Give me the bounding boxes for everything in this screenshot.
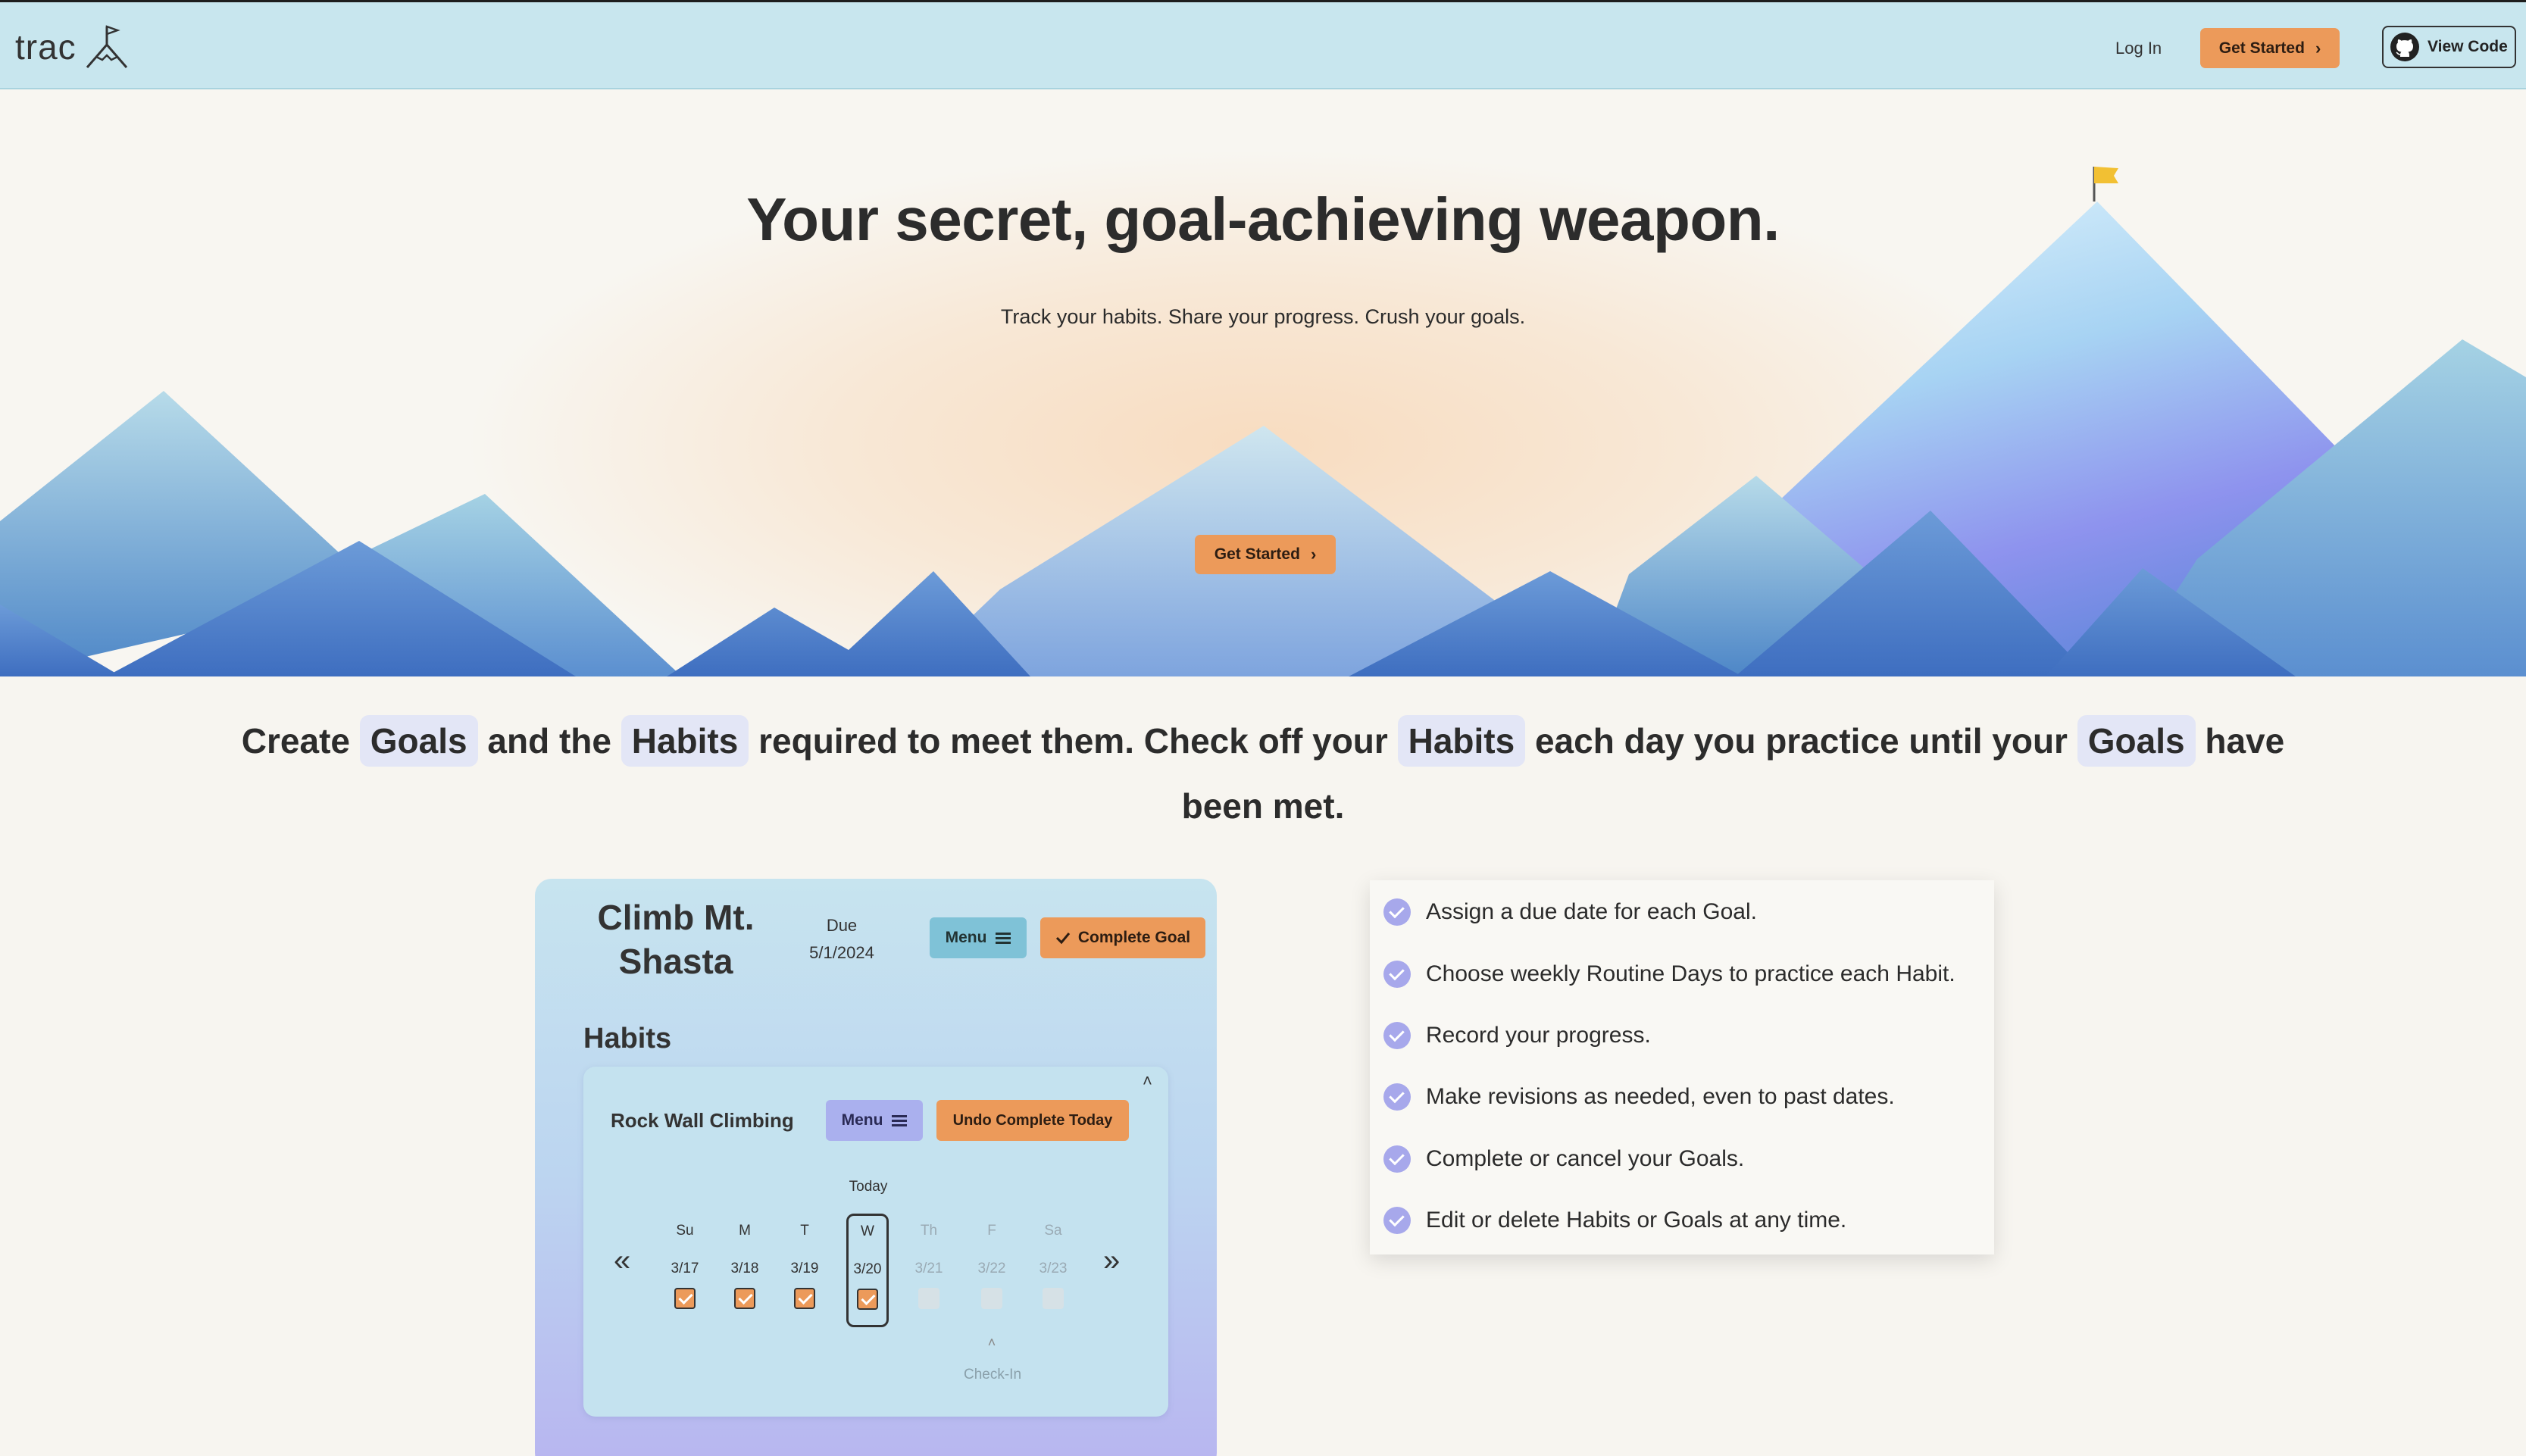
feature-list: Assign a due date for each Goal. Choose … — [1370, 880, 1994, 1254]
day-date: 3/21 — [914, 1261, 943, 1276]
day-checkbox[interactable] — [674, 1288, 696, 1309]
habit-name: Rock Wall Climbing — [611, 1109, 794, 1132]
day-date: 3/17 — [671, 1261, 699, 1276]
day-date: 3/19 — [790, 1261, 819, 1276]
habit-card: ˄ Rock Wall Climbing Menu Undo Complete … — [583, 1067, 1168, 1417]
hero-title: Your secret, goal-achieving weapon. — [746, 186, 1780, 253]
day-date: 3/18 — [730, 1261, 759, 1276]
tagline-text: required to meet them. Check off your — [758, 721, 1388, 761]
day-letter: F — [987, 1223, 996, 1239]
due-date: 5/1/2024 — [809, 943, 874, 962]
check-in-label: Check-In — [963, 1367, 1022, 1383]
hero-subtitle: Track your habits. Share your progress. … — [1000, 305, 1526, 328]
logo[interactable]: trac — [15, 23, 130, 70]
feature-text: Complete or cancel your Goals. — [1426, 1146, 1745, 1171]
day-checkbox[interactable] — [734, 1288, 755, 1309]
habit-menu-button[interactable]: Menu — [826, 1100, 923, 1141]
nav-get-started-button[interactable]: Get Started › — [2200, 28, 2340, 68]
login-link[interactable]: Log In — [2115, 39, 2162, 58]
top-nav: trac Log In Get Started › View Code — [0, 0, 2526, 89]
day-checkbox — [981, 1288, 1002, 1309]
list-item: Complete or cancel your Goals. — [1383, 1145, 1744, 1173]
hero-section: Your secret, goal-achieving weapon. Trac… — [0, 89, 2526, 676]
day-letter: Th — [920, 1223, 938, 1239]
day-checkbox — [1043, 1288, 1064, 1309]
habits-pill: Habits — [621, 715, 749, 767]
check-circle-icon — [1383, 1083, 1411, 1111]
day-date: 3/22 — [977, 1261, 1006, 1276]
tagline-text: Create — [241, 721, 350, 761]
chevron-right-icon: › — [1310, 545, 1317, 564]
logo-text: trac — [15, 27, 77, 67]
undo-complete-today-button[interactable]: Undo Complete Today — [936, 1100, 1129, 1141]
check-circle-icon — [1383, 961, 1411, 988]
complete-goal-label: Complete Goal — [1077, 929, 1191, 946]
day-checkbox — [918, 1288, 939, 1309]
tagline-text: each day you practice until your — [1534, 721, 2068, 761]
feature-text: Choose weekly Routine Days to practice e… — [1426, 961, 1955, 986]
day-column: F 3/22 — [971, 1215, 1013, 1309]
goals-pill: Goals — [2077, 715, 2196, 767]
goal-menu-label: Menu — [945, 929, 987, 946]
day-date: 3/20 — [853, 1261, 882, 1277]
hero-get-started-button[interactable]: Get Started › — [1195, 535, 1336, 574]
list-item: Choose weekly Routine Days to practice e… — [1383, 961, 1955, 988]
view-code-label: View Code — [2428, 38, 2508, 55]
flag-mountain-logo-icon — [86, 25, 127, 68]
day-date: 3/23 — [1039, 1261, 1068, 1276]
goal-menu-button[interactable]: Menu — [930, 917, 1027, 958]
day-letter: M — [739, 1223, 751, 1239]
feature-text: Make revisions as needed, even to past d… — [1426, 1084, 1895, 1109]
check-circle-icon — [1383, 1207, 1411, 1234]
complete-goal-button[interactable]: Complete Goal — [1040, 917, 1205, 958]
habits-pill: Habits — [1397, 715, 1526, 767]
list-item: Assign a due date for each Goal. — [1383, 898, 1757, 926]
day-letter: Sa — [1044, 1223, 1062, 1239]
check-icon — [1055, 933, 1071, 945]
list-item: Edit or delete Habits or Goals at any ti… — [1383, 1207, 1846, 1234]
hamburger-icon — [892, 1113, 908, 1129]
chevron-right-icon: › — [2315, 38, 2321, 58]
feature-text: Record your progress. — [1426, 1023, 1651, 1048]
check-circle-icon — [1383, 898, 1411, 926]
feature-text: Edit or delete Habits or Goals at any ti… — [1426, 1208, 1847, 1233]
day-letter: Su — [676, 1223, 694, 1239]
goals-pill: Goals — [359, 715, 478, 767]
nav-get-started-label: Get Started — [2218, 39, 2305, 57]
mountain-illustration — [0, 167, 2526, 676]
feature-text: Assign a due date for each Goal. — [1426, 899, 1757, 924]
tagline: Create Goals and the Habits required to … — [227, 708, 2299, 839]
day-column: Su 3/17 — [664, 1215, 706, 1309]
habits-heading: Habits — [583, 1023, 672, 1055]
check-circle-icon — [1383, 1145, 1411, 1173]
double-chevron-right-icon[interactable]: » — [1103, 1245, 1120, 1276]
day-letter: W — [861, 1223, 874, 1239]
today-label: Today — [849, 1179, 888, 1195]
list-item: Make revisions as needed, even to past d… — [1383, 1083, 1895, 1111]
double-chevron-left-icon[interactable]: « — [614, 1245, 630, 1276]
goal-title: Climb Mt. Shasta — [597, 898, 755, 981]
habit-menu-label: Menu — [841, 1111, 883, 1129]
day-column: M 3/18 — [724, 1215, 766, 1309]
day-letter: T — [800, 1223, 809, 1239]
day-checkbox[interactable] — [794, 1288, 815, 1309]
chevron-up-icon[interactable]: ˄ — [1143, 1071, 1152, 1091]
github-icon — [2390, 33, 2419, 61]
day-column: T 3/19 — [783, 1215, 826, 1309]
caret-up-icon: ˄ — [987, 1335, 996, 1350]
due-label: Due — [826, 916, 858, 935]
tagline-text: and the — [487, 721, 611, 761]
day-column: Th 3/21 — [908, 1215, 950, 1309]
goal-card: Climb Mt. Shasta Due 5/1/2024 Menu Compl… — [535, 879, 1217, 1456]
goal-due: Due 5/1/2024 — [793, 912, 891, 967]
check-circle-icon — [1383, 1022, 1411, 1049]
hamburger-icon — [996, 930, 1011, 946]
day-column: Sa 3/23 — [1032, 1215, 1074, 1309]
view-code-button[interactable]: View Code — [2382, 26, 2516, 68]
day-checkbox[interactable] — [857, 1289, 878, 1310]
list-item: Record your progress. — [1383, 1022, 1651, 1049]
hero-get-started-label: Get Started — [1214, 545, 1300, 563]
day-column-today: W 3/20 — [846, 1214, 889, 1327]
